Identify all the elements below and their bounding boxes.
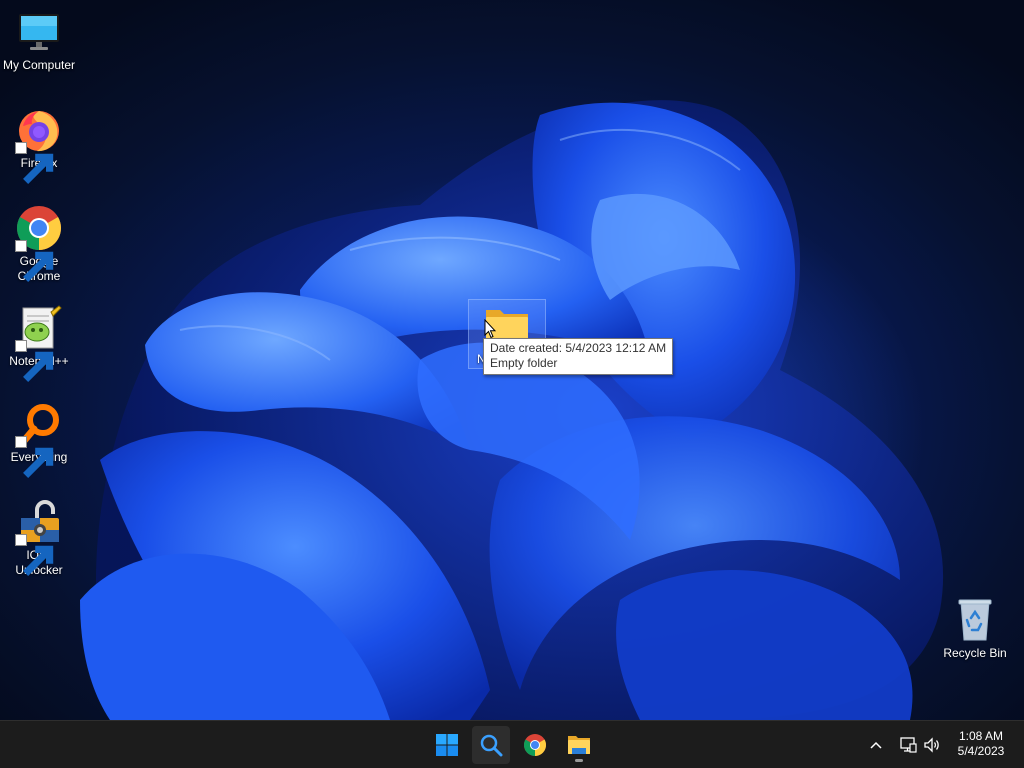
- volume-icon: [924, 737, 939, 753]
- mouse-cursor-icon: [484, 319, 496, 339]
- taskbar-start-button[interactable]: [428, 726, 466, 764]
- folder-tooltip: Date created: 5/4/2023 12:12 AM Empty fo…: [483, 338, 674, 375]
- taskbar-chrome-button[interactable]: [516, 726, 554, 764]
- tray-network-button[interactable]: [898, 735, 918, 755]
- desktop-icon-google-chrome[interactable]: Google Chrome: [1, 204, 77, 284]
- taskbar-file-explorer-button[interactable]: [560, 726, 598, 764]
- monitor-icon: [19, 14, 59, 50]
- desktop-icon-iobit-unlocker[interactable]: IObit Unlocker: [1, 498, 77, 578]
- desktop-icon-label: My Computer: [2, 58, 76, 72]
- desktop-icon-notepadpp[interactable]: Notepad++: [1, 304, 77, 382]
- taskbar-search-button[interactable]: [472, 726, 510, 764]
- shortcut-arrow-icon: [15, 436, 54, 478]
- windows-start-icon: [436, 734, 458, 756]
- clock-date: 5/4/2023: [957, 744, 1005, 758]
- shortcut-arrow-icon: [15, 142, 54, 184]
- tooltip-folder-status: Empty folder: [490, 356, 558, 370]
- desktop-icon-recycle-bin[interactable]: Recycle Bin: [937, 596, 1013, 661]
- clock-time: 1:08 AM: [958, 729, 1004, 743]
- shortcut-arrow-icon: [15, 240, 54, 282]
- desktop-icon-firefox[interactable]: Firefox: [1, 106, 77, 184]
- recycle-bin-icon: [958, 599, 992, 641]
- desktop-icon-everything[interactable]: Everything: [1, 400, 77, 478]
- taskbar-clock[interactable]: 1:08 AM 5/4/2023: [946, 729, 1016, 759]
- chrome-icon: [524, 734, 546, 756]
- desktop-icon-label: Recycle Bin: [943, 646, 1007, 660]
- desktop[interactable]: My Computer Firefox Google Chrome Notepa…: [0, 0, 1024, 720]
- file-explorer-icon: [568, 736, 590, 754]
- search-icon: [480, 734, 503, 757]
- shortcut-arrow-icon: [15, 534, 54, 576]
- taskbar: 1:08 AM 5/4/2023: [0, 720, 1024, 768]
- network-icon: [900, 737, 917, 753]
- tray-overflow-button[interactable]: [866, 735, 886, 755]
- tray-volume-button[interactable]: [922, 735, 942, 755]
- shortcut-arrow-icon: [15, 340, 54, 382]
- running-indicator: [575, 759, 583, 762]
- desktop-icon-my-computer[interactable]: My Computer: [1, 8, 77, 73]
- chevron-up-icon: [870, 741, 882, 749]
- tooltip-date-created: Date created: 5/4/2023 12:12 AM: [490, 341, 667, 355]
